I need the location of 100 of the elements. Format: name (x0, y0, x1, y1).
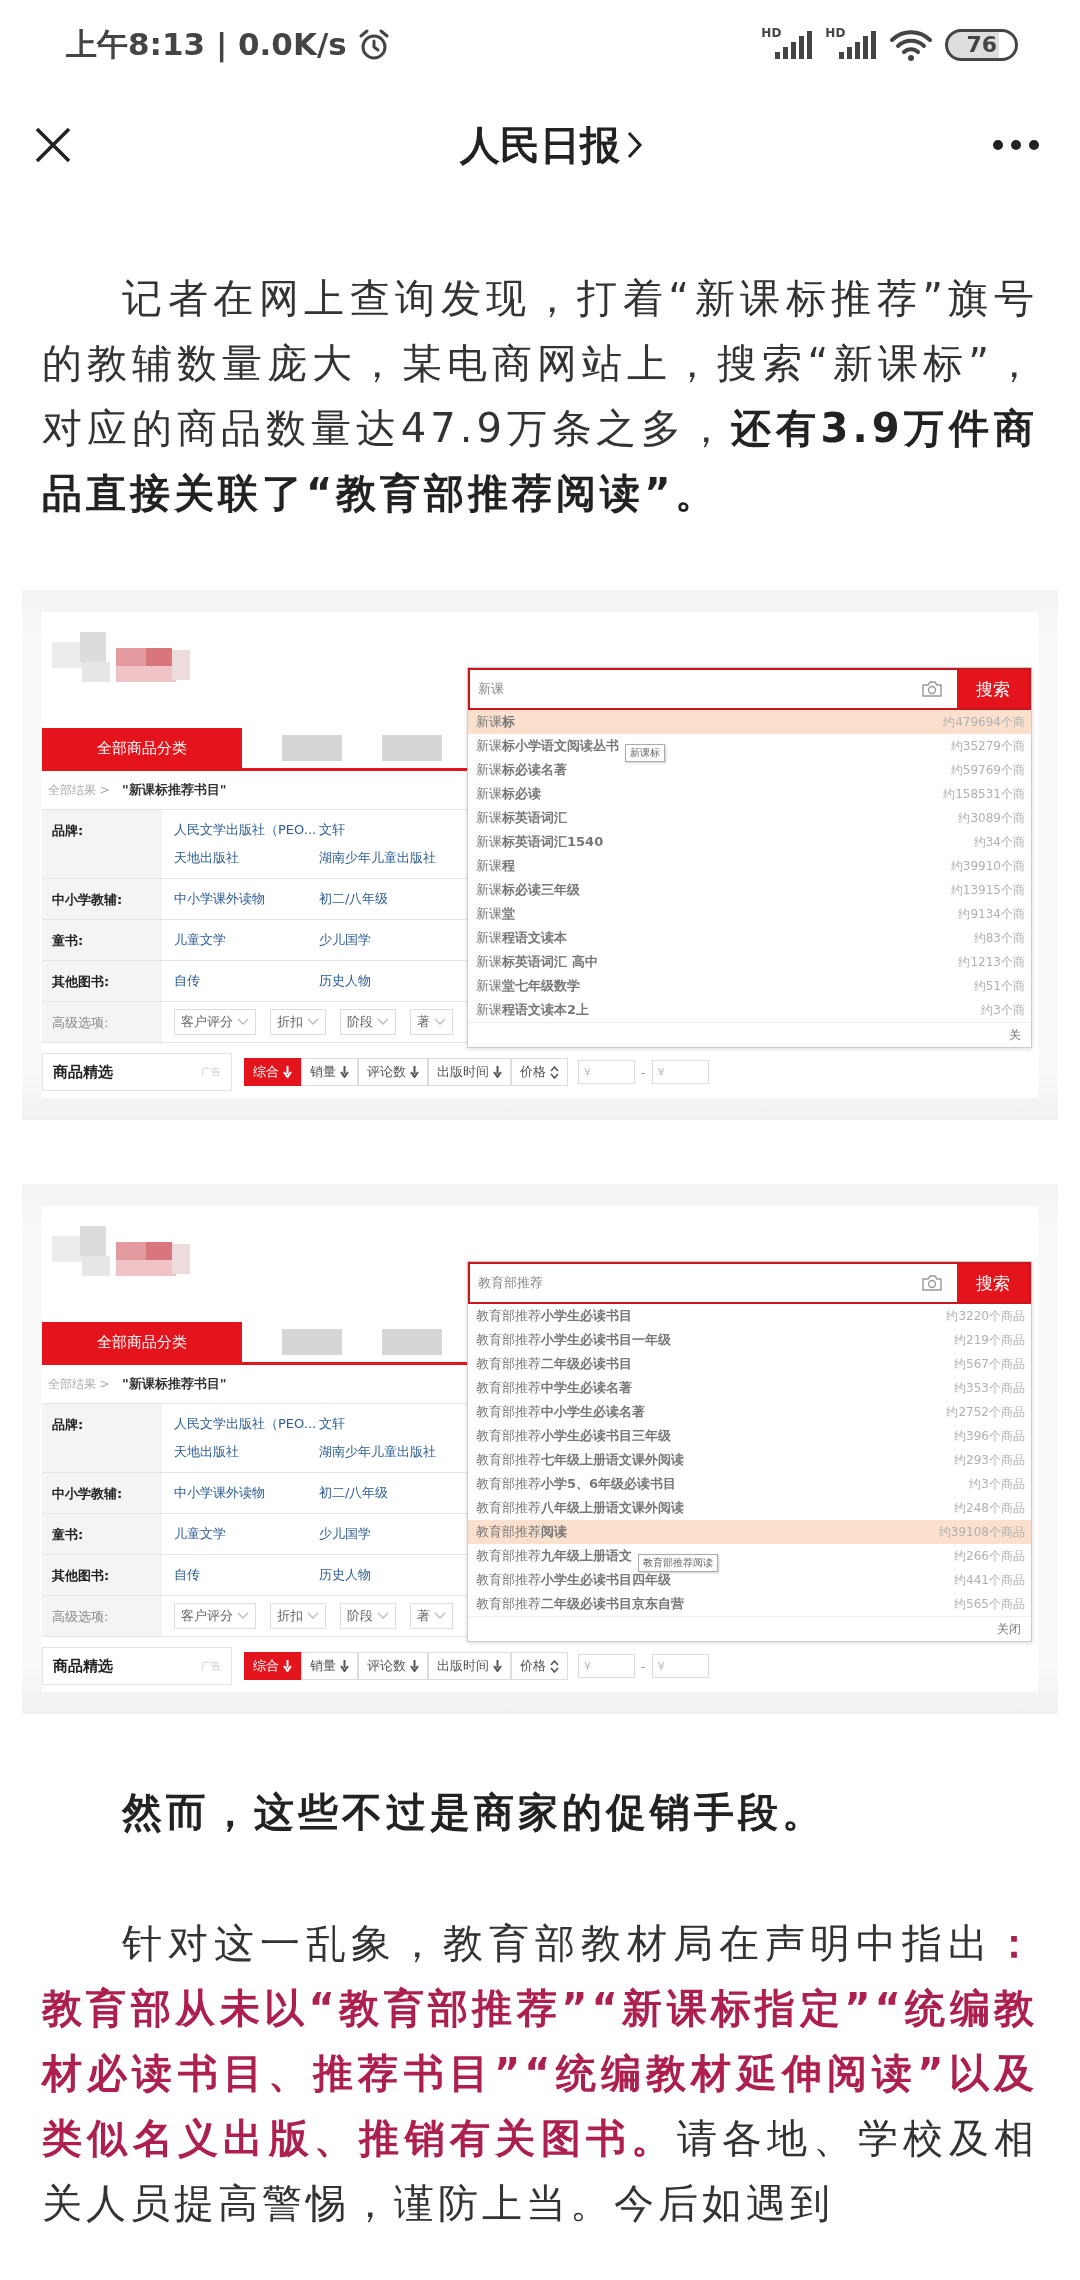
result-count: 约266个商品 (954, 1547, 1026, 1565)
suggestion-item[interactable]: 新课标小学语文阅读丛书 (476, 737, 619, 755)
filter-option[interactable]: 儿童文学 (174, 1525, 319, 1543)
battery-indicator: 76 (945, 29, 1018, 61)
sort-button[interactable]: 出版时间 (428, 1652, 511, 1680)
option-dropdown[interactable]: 著 (410, 1603, 453, 1629)
filter-option[interactable]: 儿童文学 (174, 931, 319, 949)
suggestion-item[interactable]: 新课堂 (476, 905, 515, 923)
filter-label: 中小学教辅: (42, 1473, 162, 1513)
result-count: 约3个商 (981, 1001, 1026, 1019)
suggestion-item[interactable]: 新课堂七年级数学 (476, 977, 580, 995)
suggestion-item[interactable]: 新课程 (476, 857, 515, 875)
account-name[interactable]: 人民日报 (460, 117, 620, 173)
result-count: 约39108个商品 (938, 1523, 1026, 1541)
arrow-down-icon[interactable] (493, 1066, 502, 1078)
sort-button[interactable]: 综合 (244, 1058, 301, 1086)
sort-button[interactable]: 价格 (511, 1058, 568, 1086)
suggestion-item[interactable]: 新课程语文读本2上 (476, 1001, 590, 1019)
option-dropdown[interactable]: 客户评分 (174, 1603, 256, 1629)
close-link[interactable]: 关 (1009, 1027, 1021, 1043)
option-dropdown[interactable]: 阶段 (340, 1009, 396, 1035)
filter-option[interactable]: 少儿国学 (319, 931, 371, 949)
sort-button[interactable]: 评论数 (358, 1058, 428, 1086)
sort-button[interactable]: 销量 (301, 1058, 358, 1086)
result-count: 约83个商 (973, 929, 1026, 947)
filter-option[interactable]: 文轩 (319, 1415, 436, 1433)
filter-option[interactable]: 中小学课外读物 (174, 890, 319, 908)
suggestion-item[interactable]: 新课标必读三年级 (476, 881, 580, 899)
suggestion-item[interactable]: 教育部推荐阅读 (476, 1523, 567, 1541)
paragraph: 然而，这些不过是商家的促销手段。 (120, 1788, 827, 1837)
category-tab[interactable]: 全部商品分类 (42, 728, 242, 768)
result-count: 约219个商品 (954, 1331, 1026, 1349)
filter-option[interactable]: 初二/八年级 (319, 1484, 389, 1502)
suggestion-item[interactable]: 教育部推荐中学生必读名著 (476, 1379, 632, 1397)
category-tab[interactable]: 全部商品分类 (42, 1322, 242, 1362)
filter-option[interactable]: 历史人物 (319, 972, 371, 990)
arrow-down-icon[interactable] (410, 1066, 419, 1078)
suggestion-item[interactable]: 教育部推荐七年级上册语文课外阅读 (476, 1451, 684, 1469)
suggestion-item[interactable]: 新课标英语词汇1540 (476, 833, 604, 851)
filter-label: 品牌: (42, 1404, 162, 1472)
result-count: 约248个商品 (954, 1499, 1026, 1517)
sort-button[interactable]: 价格 (511, 1652, 568, 1680)
result-count: 约51个商 (973, 977, 1026, 995)
suggestion-item[interactable]: 新课标必读 (476, 785, 541, 803)
suggestion-item[interactable]: 教育部推荐二年级必读书目京东自营 (476, 1595, 684, 1613)
suggestion-item[interactable]: 教育部推荐小学生必读书目一年级 (476, 1331, 671, 1349)
suggestion-item[interactable]: 教育部推荐小学生必读书目 (476, 1307, 632, 1325)
suggestion-item[interactable]: 教育部推荐小学生必读书目四年级 (476, 1571, 671, 1589)
arrow-down-icon[interactable] (340, 1660, 349, 1672)
filter-option[interactable]: 中小学课外读物 (174, 1484, 319, 1502)
arrow-down-icon[interactable] (493, 1660, 502, 1672)
sort-button[interactable]: 出版时间 (428, 1058, 511, 1086)
paragraph: 记者在网上查询发现，打着“新课标推荐”旗号的教辅数量庞大，某电商网站上，搜索“新课标”，对应的商品数量达47.9万条之多，还有3.9万件商品直接关联了“教育部推荐阅读”。 (42, 274, 1038, 518)
arrow-down-icon[interactable] (410, 1660, 419, 1672)
suggestion-item[interactable]: 教育部推荐二年级必读书目 (476, 1355, 632, 1373)
result-count: 约3220个商品 (946, 1307, 1026, 1325)
close-icon[interactable] (34, 126, 72, 164)
filter-option[interactable]: 湖南少年儿童出版社 (319, 849, 436, 867)
suggestion-item[interactable]: 新课程语文读本 (476, 929, 567, 947)
close-link[interactable]: 关闭 (997, 1621, 1021, 1637)
option-dropdown[interactable]: 客户评分 (174, 1009, 256, 1035)
filter-option[interactable]: 自传 (174, 972, 319, 990)
arrow-down-icon[interactable] (340, 1066, 349, 1078)
sort-arrows-icon[interactable] (550, 1065, 559, 1079)
filter-label: 高级选项: (42, 1002, 162, 1042)
more-icon[interactable] (992, 139, 1040, 151)
filter-option[interactable]: 自传 (174, 1566, 319, 1584)
option-dropdown[interactable]: 阶段 (340, 1603, 396, 1629)
tooltip: 教育部推荐阅读 (638, 1554, 718, 1572)
option-dropdown[interactable]: 折扣 (270, 1009, 326, 1035)
suggestion-item[interactable]: 教育部推荐九年级上册语文 (476, 1547, 632, 1565)
suggestion-item[interactable]: 教育部推荐八年级上册语文课外阅读 (476, 1499, 684, 1517)
breadcrumb-query: "新课标推荐书目" (121, 1375, 227, 1393)
suggestion-item[interactable]: 新课标英语词汇 (476, 809, 567, 827)
suggestion-item[interactable]: 教育部推荐小学5、6年级必读书目 (476, 1475, 677, 1493)
suggestion-item[interactable]: 教育部推荐小学生必读书目三年级 (476, 1427, 671, 1445)
sort-button[interactable]: 评论数 (358, 1652, 428, 1680)
filter-option[interactable]: 历史人物 (319, 1566, 371, 1584)
chevron-right-icon[interactable] (626, 130, 644, 160)
filter-label: 童书: (42, 1514, 162, 1554)
option-dropdown[interactable]: 著 (410, 1009, 453, 1035)
filter-option[interactable]: 初二/八年级 (319, 890, 389, 908)
filter-option[interactable]: 天地出版社 (174, 1443, 319, 1461)
filter-option[interactable]: 天地出版社 (174, 849, 319, 867)
filter-option[interactable]: 湖南少年儿童出版社 (319, 1443, 436, 1461)
option-dropdown[interactable]: 折扣 (270, 1603, 326, 1629)
filter-option[interactable]: 文轩 (319, 821, 436, 839)
sort-arrows-icon[interactable] (550, 1659, 559, 1673)
filter-option[interactable]: 人民文学出版社（PEO... (174, 1415, 319, 1433)
sort-button[interactable]: 销量 (301, 1652, 358, 1680)
suggestion-item[interactable]: 新课标 (476, 713, 515, 731)
sort-button[interactable]: 综合 (244, 1652, 301, 1680)
suggestion-item[interactable]: 教育部推荐中小学生必读名著 (476, 1403, 645, 1421)
result-count: 约59769个商 (950, 761, 1026, 779)
filter-option[interactable]: 人民文学出版社（PEO... (174, 821, 319, 839)
filter-option[interactable]: 少儿国学 (319, 1525, 371, 1543)
suggestion-item[interactable]: 新课标英语词汇 高中 (476, 953, 598, 971)
filter-label: 中小学教辅: (42, 879, 162, 919)
result-count: 约441个商品 (954, 1571, 1026, 1589)
suggestion-item[interactable]: 新课标必读名著 (476, 761, 567, 779)
